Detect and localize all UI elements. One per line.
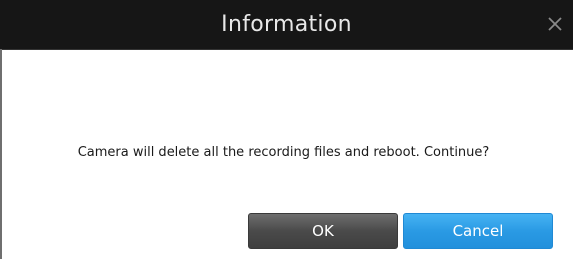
dialog-title-bar: Information (0, 0, 573, 50)
dialog-message: Camera will delete all the recording fil… (77, 145, 490, 160)
close-button[interactable] (543, 12, 567, 36)
cancel-button[interactable]: Cancel (403, 213, 553, 249)
information-dialog: Information Camera will delete all the r… (0, 0, 573, 259)
ok-button[interactable]: OK (248, 213, 398, 249)
close-icon (548, 17, 562, 31)
dialog-title: Information (221, 12, 352, 37)
